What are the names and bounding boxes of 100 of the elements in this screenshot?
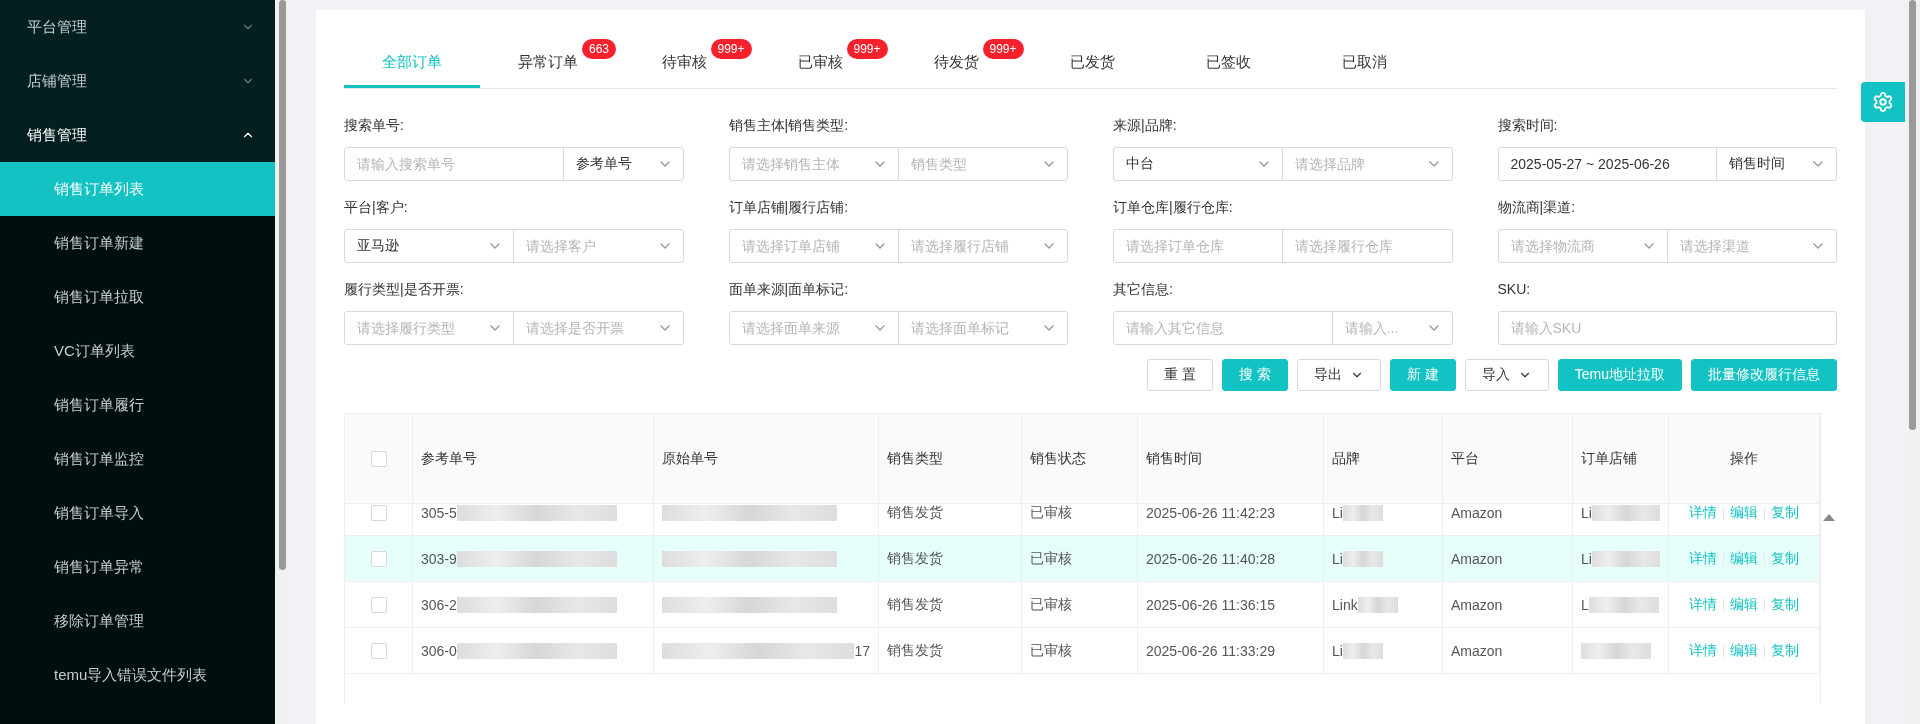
- select-field[interactable]: 请输入...: [1331, 311, 1453, 345]
- input-box[interactable]: 请输入搜索单号: [344, 147, 564, 181]
- select-value[interactable]: 请选择销售主体: [739, 155, 872, 173]
- input-field[interactable]: 请选择订单仓库: [1124, 237, 1273, 255]
- checkbox[interactable]: [370, 450, 387, 467]
- count-badge: 999+: [846, 39, 888, 59]
- table-row[interactable]: 303-9 销售发货 已审核 2025-06-26 11:40:28 Li Amazon Li 详情 编辑 复制: [345, 536, 1821, 582]
- table-cell: 销售发货: [879, 536, 1022, 581]
- filter-label: 搜索时间:: [1497, 117, 1559, 135]
- select-value[interactable]: 请选择履行类型: [355, 319, 488, 337]
- cell-text: 305-5: [421, 504, 457, 521]
- tab[interactable]: 已发货: [1024, 40, 1160, 88]
- checkbox[interactable]: [370, 504, 387, 521]
- input-field[interactable]: 请输入SKU: [1508, 319, 1826, 337]
- cell-text: Li: [1332, 642, 1343, 659]
- select-value[interactable]: 请选择是否开票: [524, 319, 657, 337]
- select-value[interactable]: 销售时间: [1727, 155, 1810, 173]
- select-value[interactable]: 亚马逊: [355, 237, 488, 255]
- input-field[interactable]: 请输入其它信息: [1124, 319, 1322, 337]
- select-value[interactable]: 请输入...: [1342, 319, 1426, 337]
- select-value[interactable]: 请选择订单店铺: [739, 237, 872, 255]
- select-field[interactable]: 参考单号: [562, 147, 684, 181]
- select-field[interactable]: 请选择渠道: [1666, 229, 1837, 263]
- settings-button[interactable]: [1861, 82, 1905, 122]
- select-field[interactable]: 请选择销售主体: [728, 147, 899, 181]
- tab[interactable]: 已签收: [1160, 40, 1296, 88]
- checkbox[interactable]: [370, 596, 387, 613]
- tab[interactable]: 待发货 999+: [888, 40, 1024, 88]
- select-field[interactable]: 销售时间: [1716, 147, 1837, 181]
- sidebar-item[interactable]: 销售订单监控: [0, 432, 275, 486]
- table-row[interactable]: 306-2 销售发货 已审核 2025-06-26 11:36:15 Link Amazon L 详情 编辑 复制: [345, 582, 1821, 628]
- select-value[interactable]: 参考单号: [573, 155, 657, 173]
- table-cell: 已审核: [1022, 536, 1138, 581]
- select-field[interactable]: 亚马逊: [344, 229, 515, 263]
- select-value[interactable]: 销售类型: [908, 155, 1041, 173]
- scrollbar[interactable]: [1905, 0, 1920, 724]
- input-box[interactable]: 请选择订单仓库: [1113, 229, 1284, 263]
- scroll-up-arrow-icon[interactable]: [1823, 513, 1836, 521]
- sidebar-group[interactable]: 销售管理: [0, 108, 275, 162]
- select-field[interactable]: 请选择是否开票: [513, 311, 684, 345]
- group-label: 平台管理: [27, 17, 87, 37]
- table-cell: Amazon: [1443, 504, 1573, 535]
- sidebar-item[interactable]: 销售订单新建: [0, 216, 275, 270]
- cell-text: 17: [854, 642, 870, 659]
- filter-label: 搜索单号:: [344, 117, 405, 135]
- sidebar-item[interactable]: VC订单列表: [0, 324, 275, 378]
- input-field[interactable]: 2025-05-27 ~ 2025-06-26: [1508, 155, 1707, 173]
- tab[interactable]: 异常订单 663: [480, 40, 616, 88]
- cell-text: Li: [1581, 550, 1592, 567]
- select-value[interactable]: 请选择渠道: [1677, 237, 1810, 255]
- select-field[interactable]: 请选择履行店铺: [897, 229, 1068, 263]
- input-field[interactable]: 请选择履行仓库: [1293, 237, 1442, 255]
- select-field[interactable]: 销售类型: [897, 147, 1068, 181]
- input-box[interactable]: 请选择履行仓库: [1282, 229, 1453, 263]
- action-button[interactable]: 重 置: [1147, 359, 1213, 391]
- select-field[interactable]: 请选择履行类型: [344, 311, 515, 345]
- action-button[interactable]: 导出: [1296, 359, 1381, 391]
- column-header: 销售类型: [879, 414, 1022, 503]
- select-field[interactable]: 请选择面单标记: [897, 311, 1068, 345]
- sidebar-item[interactable]: 销售订单拉取: [0, 270, 275, 324]
- input-box[interactable]: 请输入其它信息: [1113, 311, 1333, 345]
- filter-label: 订单店铺|履行店铺:: [728, 199, 850, 217]
- scrollbar[interactable]: [275, 0, 290, 724]
- select-value[interactable]: 请选择品牌: [1293, 155, 1426, 173]
- tab[interactable]: 待审核 999+: [616, 40, 752, 88]
- table-cell: Amazon: [1443, 536, 1573, 581]
- tab[interactable]: 已审核 999+: [752, 40, 888, 88]
- sidebar-item[interactable]: 销售订单导入: [0, 486, 275, 540]
- select-field[interactable]: 请选择客户: [513, 229, 684, 263]
- select-value[interactable]: 中台: [1124, 155, 1257, 173]
- table-cell: 销售发货: [879, 582, 1022, 627]
- select-value[interactable]: 请选择客户: [524, 237, 657, 255]
- select-value[interactable]: 请选择面单标记: [908, 319, 1041, 337]
- select-value[interactable]: 请选择履行店铺: [908, 237, 1041, 255]
- select-field[interactable]: 中台: [1113, 147, 1284, 181]
- select-value[interactable]: 请选择面单来源: [739, 319, 872, 337]
- input-field[interactable]: 请输入搜索单号: [355, 155, 553, 173]
- sidebar-group[interactable]: 平台管理: [0, 0, 275, 54]
- tab[interactable]: 已取消: [1296, 40, 1432, 88]
- table-row[interactable]: 305-5 销售发货 已审核 2025-06-26 11:42:23 Li Amazon Li 详情 编辑 复制: [345, 504, 1821, 536]
- select-field[interactable]: 请选择订单店铺: [728, 229, 899, 263]
- select-field[interactable]: 请选择面单来源: [728, 311, 899, 345]
- filter-label: 订单仓库|履行仓库:: [1113, 199, 1234, 217]
- table-row[interactable]: 306-0 17 销售发货 已审核 2025-06-26 11:33:29 Li Amazon 详情 编辑 复制: [345, 628, 1821, 674]
- select-field[interactable]: 请选择品牌: [1282, 147, 1453, 181]
- select-value[interactable]: 请选择物流商: [1508, 237, 1641, 255]
- sidebar-item[interactable]: 移除订单管理: [0, 594, 275, 648]
- sidebar-group[interactable]: 店铺管理: [0, 54, 275, 108]
- checkbox[interactable]: [370, 642, 387, 659]
- input-box[interactable]: 请输入SKU: [1497, 311, 1837, 345]
- column-header: 订单店铺: [1573, 414, 1669, 503]
- sidebar-item[interactable]: 销售订单异常: [0, 540, 275, 594]
- sidebar-item[interactable]: temu导入错误文件列表: [0, 648, 275, 702]
- input-box[interactable]: 2025-05-27 ~ 2025-06-26: [1497, 147, 1718, 181]
- action-button[interactable]: 导入: [1464, 359, 1549, 391]
- checkbox[interactable]: [370, 550, 387, 567]
- select-field[interactable]: 请选择物流商: [1497, 229, 1668, 263]
- table-cell: 2025-06-26 11:36:15: [1138, 582, 1324, 627]
- column-header: 参考单号: [413, 414, 654, 503]
- sidebar-item[interactable]: 销售订单履行: [0, 378, 275, 432]
